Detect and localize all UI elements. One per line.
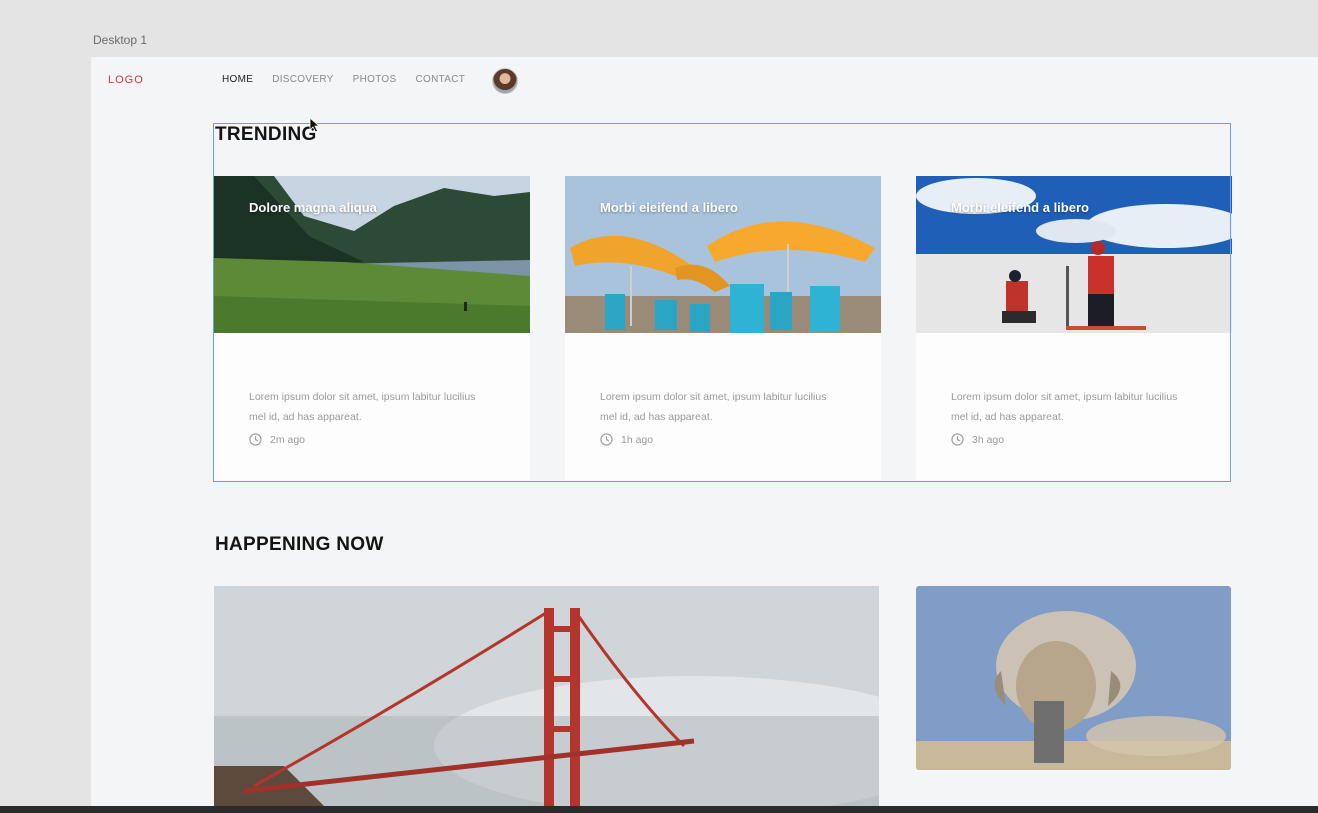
card-description: Lorem ipsum dolor sit amet, ipsum labitu…	[951, 391, 1178, 423]
taskbar-strip	[0, 806, 1318, 813]
card-time: 2m ago	[270, 433, 306, 446]
card-meta: 2m ago	[249, 433, 305, 446]
card-time: 1h ago	[621, 433, 654, 446]
logo[interactable]: LOGO	[108, 74, 144, 86]
avatar[interactable]	[492, 68, 518, 94]
trending-title: TRENDING	[215, 124, 317, 145]
happening-now-title: HAPPENING NOW	[215, 534, 384, 555]
trending-card[interactable]: Morbi eleifend a libero Lorem ipsum dolo…	[916, 176, 1232, 480]
card-title: Dolore magna aliqua	[249, 200, 377, 215]
clock-icon	[951, 433, 964, 446]
card-description: Lorem ipsum dolor sit amet, ipsum labitu…	[249, 391, 476, 423]
card-title: Morbi eleifend a libero	[951, 200, 1089, 215]
card-title: Morbi eleifend a libero	[600, 200, 738, 215]
trending-card[interactable]: Morbi eleifend a libero Lorem ipsum dolo…	[565, 176, 881, 480]
main-nav: HOME DISCOVERY PHOTOS CONTACT	[222, 74, 484, 85]
golden-gate-bridge-image[interactable]	[214, 586, 879, 807]
nav-photos[interactable]: PHOTOS	[353, 74, 397, 85]
clock-icon	[249, 433, 262, 446]
elephant-dust-image[interactable]	[916, 586, 1231, 770]
trending-cards: Dolore magna aliqua Lorem ipsum dolor si…	[214, 176, 1232, 480]
card-meta: 1h ago	[600, 433, 653, 446]
card-description: Lorem ipsum dolor sit amet, ipsum labitu…	[600, 391, 827, 423]
card-time: 3h ago	[972, 433, 1005, 446]
nav-discovery[interactable]: DISCOVERY	[272, 74, 333, 85]
trending-card[interactable]: Dolore magna aliqua Lorem ipsum dolor si…	[214, 176, 530, 480]
artboard-label[interactable]: Desktop 1	[93, 33, 147, 47]
nav-contact[interactable]: CONTACT	[415, 74, 465, 85]
card-meta: 3h ago	[951, 433, 1004, 446]
clock-icon	[600, 433, 613, 446]
nav-home[interactable]: HOME	[222, 74, 253, 85]
artboard-desktop[interactable]: LOGO HOME DISCOVERY PHOTOS CONTACT TREND…	[91, 57, 1318, 807]
mouse-cursor-icon	[309, 117, 321, 133]
